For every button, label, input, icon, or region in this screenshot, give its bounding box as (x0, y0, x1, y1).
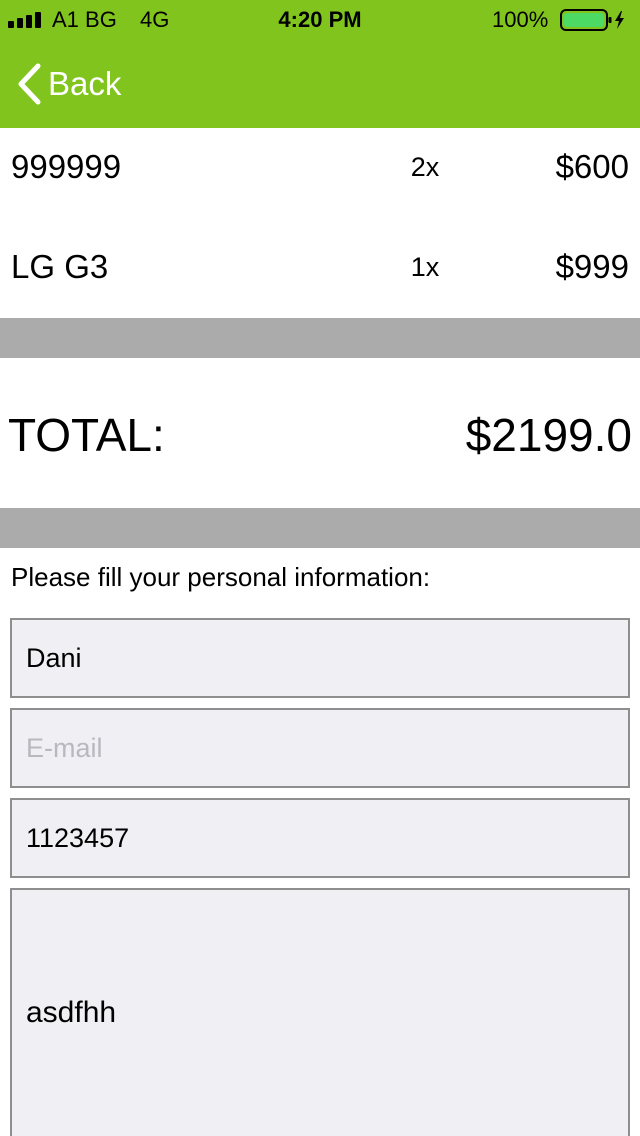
status-bar: A1 BG 4G 4:20 PM 100% (0, 0, 640, 40)
item-quantity: 1x (410, 252, 440, 282)
cart-item-row: 999999 2x $600 (0, 128, 640, 208)
item-quantity: 2x (410, 152, 440, 182)
section-divider (0, 318, 640, 358)
back-button-label: Back (48, 65, 122, 102)
navigation-header: A1 BG 4G 4:20 PM 100% Back (0, 0, 640, 128)
phone-field[interactable] (10, 798, 630, 878)
section-divider (0, 508, 640, 548)
address-textarea[interactable]: asdfhh (10, 888, 630, 1136)
form-prompt: Please fill your personal information: (11, 562, 431, 592)
item-price: $600 (555, 148, 629, 185)
item-price: $999 (555, 248, 629, 285)
total-label: TOTAL: (8, 409, 165, 461)
back-button[interactable]: Back (16, 60, 121, 108)
item-name: LG G3 (11, 248, 109, 285)
battery-percentage: 100% (492, 7, 549, 32)
name-field[interactable] (10, 618, 630, 698)
chevron-left-icon (18, 63, 41, 105)
email-field[interactable] (10, 708, 630, 788)
battery-charging-icon (560, 9, 624, 31)
address-text: asdfhh (26, 996, 117, 1029)
cart-item-row: LG G3 1x $999 (0, 228, 640, 308)
total-value: $2199.0 (465, 409, 632, 461)
item-name: 999999 (11, 148, 122, 185)
